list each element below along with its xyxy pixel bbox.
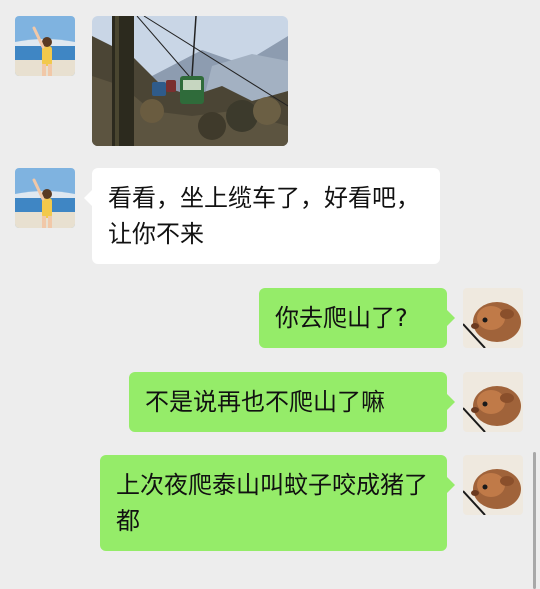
message-bubble-incoming[interactable]: 看看，坐上缆车了，好看吧，让你不来 (84, 168, 440, 264)
message-bubble-outgoing[interactable]: 上次夜爬泰山叫蚊子咬成猪了都 (100, 455, 455, 551)
cable-car-image (92, 16, 288, 146)
guinea-pig-avatar (463, 372, 523, 432)
cable-car-photo[interactable] (92, 16, 288, 146)
message-text: 你去爬山了? (275, 304, 408, 332)
bubble-tail (84, 190, 92, 206)
message-text: 不是说再也不爬山了嘛 (145, 388, 385, 416)
my-avatar[interactable] (463, 372, 523, 432)
bubble-tail (447, 394, 455, 410)
my-avatar[interactable] (463, 288, 523, 348)
guinea-pig-avatar (463, 455, 523, 515)
my-avatar[interactable] (463, 455, 523, 515)
friend-avatar[interactable] (15, 168, 75, 228)
message-text: 上次夜爬泰山叫蚊子咬成猪了都 (116, 471, 428, 535)
girl-beach-avatar (15, 16, 75, 76)
message-text: 看看，坐上缆车了，好看吧，让你不来 (108, 184, 420, 248)
bubble-tail (447, 477, 455, 493)
message-bubble-outgoing[interactable]: 不是说再也不爬山了嘛 (129, 372, 455, 432)
scrollbar[interactable] (533, 452, 536, 589)
friend-avatar[interactable] (15, 16, 75, 76)
message-bubble-outgoing[interactable]: 你去爬山了? (259, 288, 455, 348)
bubble-tail (447, 310, 455, 326)
girl-beach-avatar (15, 168, 75, 228)
guinea-pig-avatar (463, 288, 523, 348)
